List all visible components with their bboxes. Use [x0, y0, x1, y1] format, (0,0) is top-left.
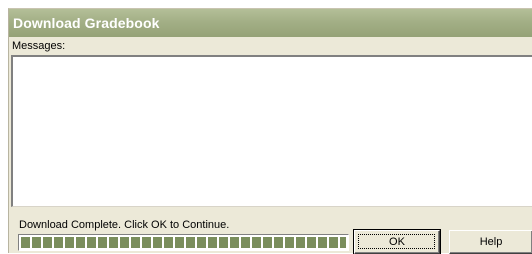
title-bar[interactable]: Download Gradebook: [9, 9, 532, 37]
progress-fill: [21, 237, 346, 248]
messages-label: Messages:: [12, 40, 66, 52]
window-title: Download Gradebook: [13, 15, 160, 31]
ok-button[interactable]: OK: [353, 229, 441, 254]
messages-box[interactable]: [11, 55, 532, 207]
help-button[interactable]: Help: [449, 230, 532, 254]
status-message: Download Complete. Click OK to Continue.: [19, 219, 230, 231]
help-button-label: Help: [479, 236, 503, 248]
progress-bar: [18, 234, 349, 251]
focus-rectangle: [358, 234, 435, 249]
download-gradebook-dialog: Download Gradebook Messages: Download Co…: [8, 8, 532, 254]
